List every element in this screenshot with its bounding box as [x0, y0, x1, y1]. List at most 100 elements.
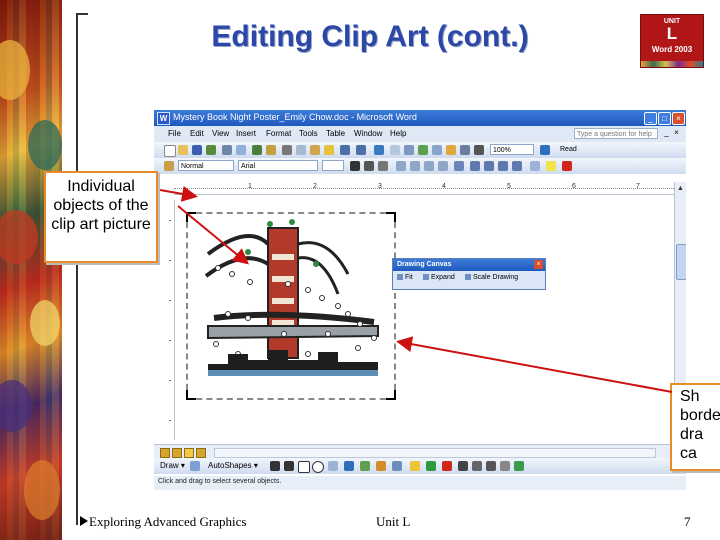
- italic-icon[interactable]: [364, 161, 374, 171]
- arrow-icon[interactable]: [284, 461, 294, 471]
- read-button[interactable]: Read: [558, 144, 598, 155]
- menu-help[interactable]: Help: [390, 129, 406, 138]
- line-color-icon[interactable]: [426, 461, 436, 471]
- dash-style-icon[interactable]: [472, 461, 482, 471]
- rectangle-icon[interactable]: [298, 461, 310, 473]
- menu-edit[interactable]: Edit: [190, 129, 204, 138]
- menu-window[interactable]: Window: [354, 129, 382, 138]
- justify-icon[interactable]: [438, 161, 448, 171]
- bullets-icon[interactable]: [484, 161, 494, 171]
- maximize-icon[interactable]: □: [658, 112, 671, 125]
- save-icon[interactable]: [192, 145, 202, 155]
- draw-menu-button[interactable]: Draw ▾: [160, 461, 185, 470]
- outline-view-icon[interactable]: [196, 448, 206, 458]
- open-icon[interactable]: [178, 145, 188, 155]
- shadow-style-icon[interactable]: [500, 461, 510, 471]
- decrease-indent-icon[interactable]: [498, 161, 508, 171]
- expand-button[interactable]: Expand: [423, 274, 455, 281]
- select-objects-icon[interactable]: [190, 461, 200, 471]
- bold-icon[interactable]: [350, 161, 360, 171]
- format-painter-icon[interactable]: [324, 145, 334, 155]
- insert-table-icon[interactable]: [404, 145, 414, 155]
- new-icon[interactable]: [164, 145, 176, 157]
- print-icon[interactable]: [222, 145, 232, 155]
- close-icon[interactable]: ×: [672, 112, 685, 125]
- numbering-icon[interactable]: [470, 161, 480, 171]
- print-preview-icon[interactable]: [236, 145, 246, 155]
- word-app-icon[interactable]: W: [157, 112, 170, 125]
- font-select[interactable]: Arial: [238, 160, 318, 171]
- text-box-icon[interactable]: [328, 461, 338, 471]
- font-color-icon[interactable]: [562, 161, 572, 171]
- menu-format[interactable]: Format: [266, 129, 291, 138]
- 3d-style-icon[interactable]: [514, 461, 524, 471]
- print-layout-icon[interactable]: [184, 448, 194, 458]
- help-icon[interactable]: [540, 145, 550, 155]
- line-icon[interactable]: [270, 461, 280, 471]
- insert-excel-icon[interactable]: [418, 145, 428, 155]
- line-style-icon[interactable]: [458, 461, 468, 471]
- expand-button-label: Expand: [431, 274, 455, 281]
- scale-drawing-button[interactable]: Scale Drawing: [465, 274, 518, 281]
- doc-close-icon[interactable]: ×: [672, 128, 681, 137]
- show-hide-icon[interactable]: [474, 145, 484, 155]
- style-select[interactable]: Normal: [178, 160, 234, 171]
- drawing-icon[interactable]: [446, 145, 456, 155]
- tables-borders-icon[interactable]: [390, 145, 400, 155]
- draw-font-color-icon[interactable]: [442, 461, 452, 471]
- document-map-icon[interactable]: [460, 145, 470, 155]
- permission-icon[interactable]: [206, 145, 216, 155]
- menu-view[interactable]: View: [212, 129, 229, 138]
- help-search-input[interactable]: Type a question for help: [574, 128, 658, 139]
- align-right-icon[interactable]: [424, 161, 434, 171]
- menu-table[interactable]: Table: [326, 129, 345, 138]
- doc-minimize-icon[interactable]: _: [662, 128, 671, 137]
- copy-icon[interactable]: [296, 145, 306, 155]
- web-layout-icon[interactable]: [172, 448, 182, 458]
- highlight-icon[interactable]: [546, 161, 556, 171]
- diagram-icon[interactable]: [360, 461, 370, 471]
- scroll-up-icon[interactable]: ▲: [676, 184, 685, 193]
- wordart-icon[interactable]: [344, 461, 354, 471]
- arrow-style-icon[interactable]: [486, 461, 496, 471]
- cut-icon[interactable]: [282, 145, 292, 155]
- insert-picture-icon[interactable]: [392, 461, 402, 471]
- zoom-select[interactable]: 100%: [490, 144, 534, 155]
- normal-view-icon[interactable]: [160, 448, 170, 458]
- drawing-canvas[interactable]: [186, 212, 396, 400]
- canvas-corner-handle[interactable]: [386, 212, 396, 222]
- menu-tools[interactable]: Tools: [299, 129, 318, 138]
- underline-icon[interactable]: [378, 161, 388, 171]
- borders-icon[interactable]: [530, 161, 540, 171]
- canvas-corner-handle[interactable]: [186, 390, 196, 400]
- toolbar-close-icon[interactable]: ×: [534, 260, 543, 269]
- menu-insert[interactable]: Insert: [236, 129, 256, 138]
- align-left-icon[interactable]: [396, 161, 406, 171]
- clip-art-icon[interactable]: [376, 461, 386, 471]
- spelling-icon[interactable]: [252, 145, 262, 155]
- columns-icon[interactable]: [432, 145, 442, 155]
- redo-icon[interactable]: [356, 145, 366, 155]
- clip-art-bridge[interactable]: [188, 214, 394, 398]
- horizontal-scrollbar[interactable]: [214, 448, 656, 458]
- menu-file[interactable]: File: [168, 129, 181, 138]
- styles-icon[interactable]: [164, 161, 174, 171]
- oval-icon[interactable]: [312, 461, 324, 473]
- hyperlink-icon[interactable]: [374, 145, 384, 155]
- canvas-corner-handle[interactable]: [186, 212, 196, 222]
- fit-button[interactable]: Fit: [397, 274, 413, 281]
- horizontal-ruler[interactable]: 1 2 3 4 5 6 7: [174, 182, 686, 195]
- fill-color-icon[interactable]: [410, 461, 420, 471]
- research-icon[interactable]: [266, 145, 276, 155]
- paste-icon[interactable]: [310, 145, 320, 155]
- autoshapes-menu-button[interactable]: AutoShapes ▾: [208, 461, 258, 470]
- scrollbar-thumb[interactable]: [676, 244, 686, 280]
- font-size-select[interactable]: [322, 160, 344, 171]
- vertical-ruler[interactable]: [166, 200, 175, 440]
- increase-indent-icon[interactable]: [512, 161, 522, 171]
- minimize-icon[interactable]: _: [644, 112, 657, 125]
- canvas-corner-handle[interactable]: [386, 390, 396, 400]
- line-spacing-icon[interactable]: [454, 161, 464, 171]
- undo-icon[interactable]: [340, 145, 350, 155]
- align-center-icon[interactable]: [410, 161, 420, 171]
